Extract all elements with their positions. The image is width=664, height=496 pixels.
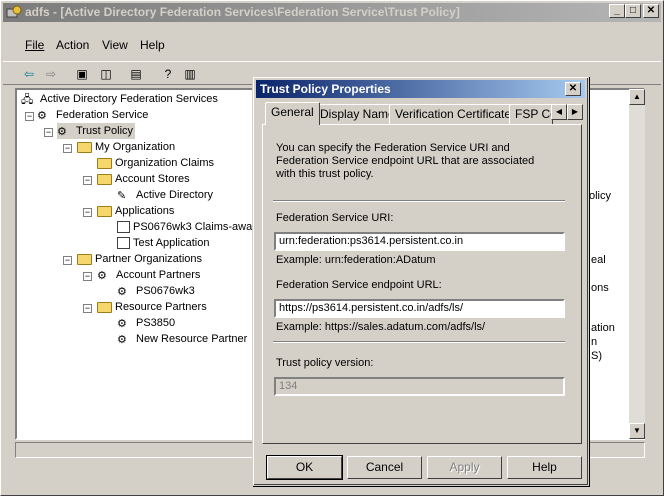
description-line: Federation Service endpoint URL that are… bbox=[276, 155, 535, 167]
tab-display-name[interactable]: Display Name bbox=[314, 104, 401, 124]
endpoint-url-label: Federation Service endpoint URL: bbox=[276, 279, 442, 291]
title-bar[interactable]: adfs - [Active Directory Federation Serv… bbox=[3, 3, 661, 22]
tab-verification-certificates[interactable]: Verification Certificates bbox=[389, 104, 524, 124]
federation-uri-label: Federation Service URI: bbox=[276, 212, 394, 224]
behind-text: S) bbox=[591, 350, 602, 362]
directory-icon: ✎ bbox=[117, 190, 127, 203]
divider bbox=[273, 341, 565, 343]
collapse-icon[interactable]: − bbox=[63, 144, 72, 153]
help-icon[interactable]: ? bbox=[159, 65, 177, 83]
dialog-close-icon[interactable]: ✕ bbox=[565, 82, 581, 96]
trust-policy-properties-dialog: Trust Policy Properties ✕ General Displa… bbox=[252, 76, 589, 486]
tree-account-partners[interactable]: ⚙ Account Partners bbox=[97, 267, 200, 283]
collapse-icon[interactable]: − bbox=[83, 272, 92, 281]
menu-action[interactable]: Action bbox=[56, 38, 89, 52]
divider bbox=[273, 200, 565, 202]
minimize-button[interactable]: _ bbox=[609, 4, 625, 18]
folder-icon bbox=[77, 253, 92, 265]
endpoint-url-input[interactable]: https://ps3614.persistent.co.in/adfs/ls/ bbox=[274, 299, 565, 318]
back-arrow-icon[interactable]: ⇦ bbox=[20, 65, 38, 83]
trust-policy-icon: ⚙ bbox=[57, 126, 67, 139]
apply-button[interactable]: Apply bbox=[427, 456, 502, 479]
partner-icon: ⚙ bbox=[117, 334, 127, 347]
description-line: with this trust policy. bbox=[276, 168, 374, 180]
console-icon[interactable]: ▥ bbox=[181, 65, 199, 83]
help-button[interactable]: Help bbox=[507, 456, 582, 479]
tree-active-directory[interactable]: ✎ Active Directory bbox=[117, 187, 213, 203]
tree-federation-service[interactable]: ⚙ Federation Service bbox=[37, 107, 148, 123]
folder-icon bbox=[97, 173, 112, 185]
tree-app-claims-aware[interactable]: PS0676wk3 Claims-aware bbox=[117, 219, 262, 235]
up-folder-icon[interactable]: ▣ bbox=[73, 65, 91, 83]
behind-text: eal bbox=[591, 254, 606, 266]
tab-scroll-left-icon[interactable]: ◀ bbox=[551, 104, 567, 120]
forward-arrow-icon[interactable]: ⇨ bbox=[42, 65, 60, 83]
tree-my-organization[interactable]: My Organization bbox=[77, 139, 175, 155]
tree-resource-partners[interactable]: Resource Partners bbox=[97, 299, 207, 315]
tree-partner-organizations[interactable]: Partner Organizations bbox=[77, 251, 202, 267]
partner-icon: ⚙ bbox=[117, 318, 127, 331]
folder-icon bbox=[77, 141, 92, 153]
tree-new-resource-partner[interactable]: ⚙ New Resource Partner bbox=[117, 331, 247, 347]
tree-applications[interactable]: Applications bbox=[97, 203, 174, 219]
scroll-up-icon[interactable]: ▲ bbox=[629, 89, 645, 105]
dialog-title[interactable]: Trust Policy Properties bbox=[256, 80, 585, 98]
menu-help[interactable]: Help bbox=[140, 38, 165, 52]
collapse-icon[interactable]: − bbox=[83, 304, 92, 313]
partner-icon: ⚙ bbox=[117, 286, 127, 299]
collapse-icon[interactable]: − bbox=[44, 128, 53, 137]
tab-general[interactable]: General bbox=[265, 102, 320, 125]
show-hide-tree-icon[interactable]: ◫ bbox=[97, 65, 115, 83]
application-icon bbox=[117, 237, 130, 250]
properties-icon[interactable]: ▤ bbox=[127, 65, 145, 83]
tree-resource-partner-item[interactable]: ⚙ PS3850 bbox=[117, 315, 175, 331]
menu-view[interactable]: View bbox=[102, 38, 128, 52]
federation-uri-input[interactable]: urn:federation:ps3614.persistent.co.in bbox=[274, 232, 565, 251]
claims-folder-icon bbox=[97, 157, 112, 169]
collapse-icon[interactable]: − bbox=[83, 176, 92, 185]
window-title: adfs - [Active Directory Federation Serv… bbox=[25, 5, 460, 19]
uri-example: Example: urn:federation:ADatum bbox=[276, 254, 436, 266]
tree-account-partner-item[interactable]: ⚙ PS0676wk3 bbox=[117, 283, 195, 299]
tree-trust-policy[interactable]: ⚙ Trust Policy bbox=[57, 123, 136, 139]
tree-root[interactable]: 🖧 Active Directory Federation Services bbox=[21, 91, 218, 107]
folder-icon bbox=[97, 301, 112, 313]
tree-account-stores[interactable]: Account Stores bbox=[97, 171, 190, 187]
cancel-button[interactable]: Cancel bbox=[347, 456, 422, 479]
behind-text: ons bbox=[591, 282, 609, 294]
close-button[interactable]: ✕ bbox=[643, 4, 659, 18]
maximize-button[interactable]: □ bbox=[625, 4, 641, 18]
trust-policy-version-field: 134 bbox=[274, 377, 565, 396]
description-line: You can specify the Federation Service U… bbox=[276, 142, 510, 154]
tree-test-application[interactable]: Test Application bbox=[117, 235, 209, 251]
vertical-scrollbar[interactable]: ▲ ▼ bbox=[629, 89, 645, 439]
folder-icon bbox=[97, 205, 112, 217]
adfs-app-icon bbox=[6, 5, 22, 18]
adfs-icon: 🖧 bbox=[21, 94, 34, 107]
ok-button[interactable]: OK bbox=[266, 455, 343, 480]
collapse-icon[interactable]: − bbox=[25, 112, 34, 121]
tree-organization-claims[interactable]: Organization Claims bbox=[97, 155, 214, 171]
collapse-icon[interactable]: − bbox=[63, 256, 72, 265]
trust-policy-version-label: Trust policy version: bbox=[276, 357, 374, 369]
account-partners-icon: ⚙ bbox=[97, 270, 107, 283]
federation-icon: ⚙ bbox=[37, 110, 47, 123]
tab-scroll-right-icon[interactable]: ▶ bbox=[567, 104, 583, 120]
collapse-icon[interactable]: − bbox=[83, 208, 92, 217]
url-example: Example: https://sales.adatum.com/adfs/l… bbox=[276, 321, 486, 333]
scroll-down-icon[interactable]: ▼ bbox=[629, 423, 645, 439]
tab-fsp-certificates[interactable]: FSP Ce bbox=[509, 104, 553, 124]
behind-text: olicy bbox=[589, 190, 612, 202]
application-icon bbox=[117, 221, 130, 234]
